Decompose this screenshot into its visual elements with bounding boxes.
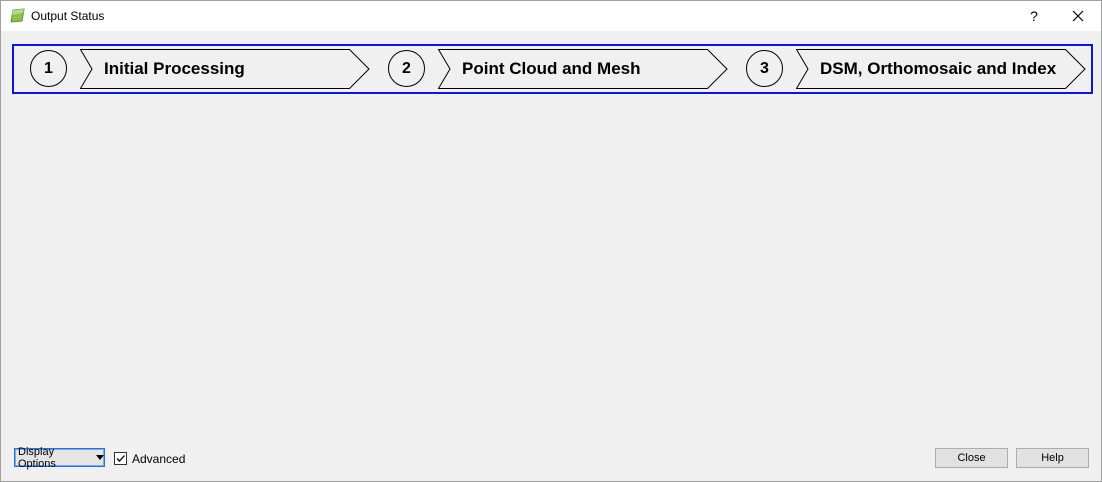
- dropdown-arrow-icon: [96, 455, 104, 460]
- advanced-label: Advanced: [132, 452, 186, 466]
- step-2-arrow[interactable]: Point Cloud and Mesh: [438, 49, 728, 89]
- title-bar: Output Status ?: [1, 1, 1101, 31]
- step-1-number: 1: [30, 50, 67, 87]
- output-status-dialog: Output Status ? 1 Initial Processing 2 P…: [0, 0, 1102, 482]
- step-2-label: Point Cloud and Mesh: [462, 59, 641, 78]
- display-options-label: Display Options: [18, 445, 56, 470]
- advanced-checkbox[interactable]: [114, 452, 127, 465]
- step-1-label: Initial Processing: [104, 59, 245, 78]
- processing-steps: 1 Initial Processing 2 Point Cloud and M…: [12, 44, 1093, 94]
- step-3-number: 3: [746, 50, 783, 87]
- title-help-button[interactable]: ?: [1012, 1, 1056, 31]
- title-close-button[interactable]: [1056, 1, 1100, 31]
- close-button[interactable]: Close: [935, 448, 1008, 468]
- step-1-arrow[interactable]: Initial Processing: [80, 49, 370, 89]
- step-2-number: 2: [388, 50, 425, 87]
- help-button[interactable]: Help: [1016, 448, 1089, 468]
- close-icon: [1072, 10, 1084, 22]
- app-icon: [10, 8, 25, 23]
- window-title: Output Status: [31, 9, 105, 23]
- step-3-arrow[interactable]: DSM, Orthomosaic and Index: [796, 49, 1086, 89]
- checkmark-icon: [116, 455, 125, 462]
- step-3-label: DSM, Orthomosaic and Index: [820, 59, 1057, 78]
- display-options-button[interactable]: Display Options: [14, 445, 105, 470]
- dialog-footer: Display Options Advanced Close Help: [1, 441, 1101, 481]
